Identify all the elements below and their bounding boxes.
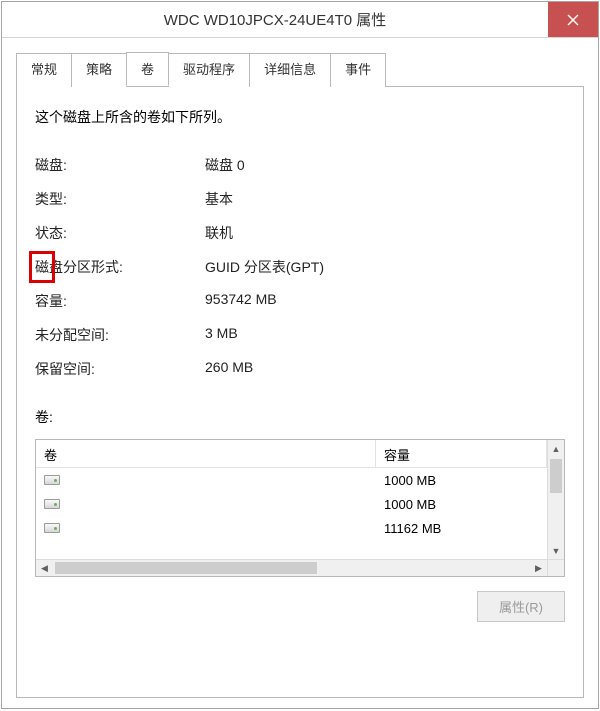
scrollbar-corner: [547, 560, 564, 576]
scroll-up-button[interactable]: ▲: [548, 440, 564, 457]
tab-driver[interactable]: 驱动程序: [168, 53, 250, 87]
list-item[interactable]: 1000 MB: [36, 468, 547, 492]
volume-size: 11162 MB: [376, 519, 547, 538]
prop-label-disk: 磁盘:: [35, 155, 205, 175]
prop-value-disk: 磁盘 0: [205, 155, 565, 175]
list-item[interactable]: 11162 MB: [36, 516, 547, 540]
volume-properties-button[interactable]: 属性(R): [477, 591, 565, 622]
scroll-track-h[interactable]: [53, 560, 530, 576]
prop-label-partition-style: 磁盘分区形式:: [35, 257, 205, 277]
prop-value-partition-style: GUID 分区表(GPT): [205, 257, 565, 277]
listview-rows: 1000 MB 1000 MB 11162 MB: [36, 468, 547, 540]
tabstrip: 常规 策略 卷 驱动程序 详细信息 事件: [16, 52, 584, 86]
prop-value-unallocated: 3 MB: [205, 325, 565, 345]
vertical-scrollbar[interactable]: ▲ ▼: [547, 440, 564, 559]
tab-events[interactable]: 事件: [330, 53, 386, 87]
tab-policy[interactable]: 策略: [71, 53, 127, 87]
scroll-track[interactable]: [548, 457, 564, 542]
tab-details[interactable]: 详细信息: [249, 53, 331, 87]
prop-value-status: 联机: [205, 223, 565, 243]
scroll-thumb[interactable]: [550, 459, 562, 493]
listview-header: 卷 容量: [36, 440, 547, 468]
volumes-listview[interactable]: 卷 容量 1000 MB 1000 MB: [35, 439, 565, 577]
listview-body: 卷 容量 1000 MB 1000 MB: [36, 440, 547, 559]
client-area: 常规 策略 卷 驱动程序 详细信息 事件 这个磁盘上所含的卷如下所列。 磁盘: …: [2, 38, 598, 708]
tab-general[interactable]: 常规: [16, 53, 72, 87]
scroll-right-button[interactable]: ▶: [530, 560, 547, 576]
volume-size: 1000 MB: [376, 495, 547, 514]
tab-panel-volumes: 这个磁盘上所含的卷如下所列。 磁盘: 磁盘 0 类型: 基本 状态: 联机 磁盘…: [16, 86, 584, 698]
close-icon: [567, 14, 579, 26]
list-item[interactable]: 1000 MB: [36, 492, 547, 516]
properties-dialog: WDC WD10JPCX-24UE4T0 属性 常规 策略 卷 驱动程序 详细信…: [1, 1, 599, 709]
prop-label-status: 状态:: [35, 223, 205, 243]
prop-label-type: 类型:: [35, 189, 205, 209]
horizontal-scrollbar[interactable]: ◀ ▶: [36, 559, 564, 576]
col-header-name[interactable]: 卷: [36, 440, 376, 467]
col-header-size[interactable]: 容量: [376, 440, 547, 467]
drive-icon: [44, 523, 60, 533]
volume-size: 1000 MB: [376, 471, 547, 490]
button-row: 属性(R): [35, 591, 565, 622]
drive-icon: [44, 475, 60, 485]
prop-label-partition-style-text: 磁盘分区形式:: [35, 259, 123, 275]
tab-volumes[interactable]: 卷: [126, 52, 169, 86]
window-title: WDC WD10JPCX-24UE4T0 属性: [2, 2, 548, 37]
prop-label-reserved: 保留空间:: [35, 359, 205, 379]
volumes-label: 卷:: [35, 407, 565, 427]
prop-value-reserved: 260 MB: [205, 359, 565, 379]
scroll-left-button[interactable]: ◀: [36, 560, 53, 576]
drive-icon: [44, 499, 60, 509]
scroll-thumb-h[interactable]: [55, 562, 317, 574]
scroll-down-button[interactable]: ▼: [548, 542, 564, 559]
intro-text: 这个磁盘上所含的卷如下所列。: [35, 107, 565, 127]
disk-properties: 磁盘: 磁盘 0 类型: 基本 状态: 联机 磁盘分区形式: GUID 分区表(…: [35, 155, 565, 379]
prop-value-type: 基本: [205, 189, 565, 209]
prop-label-capacity: 容量:: [35, 291, 205, 311]
prop-value-capacity: 953742 MB: [205, 291, 565, 311]
close-button[interactable]: [548, 2, 598, 37]
titlebar: WDC WD10JPCX-24UE4T0 属性: [2, 2, 598, 38]
prop-label-unallocated: 未分配空间:: [35, 325, 205, 345]
